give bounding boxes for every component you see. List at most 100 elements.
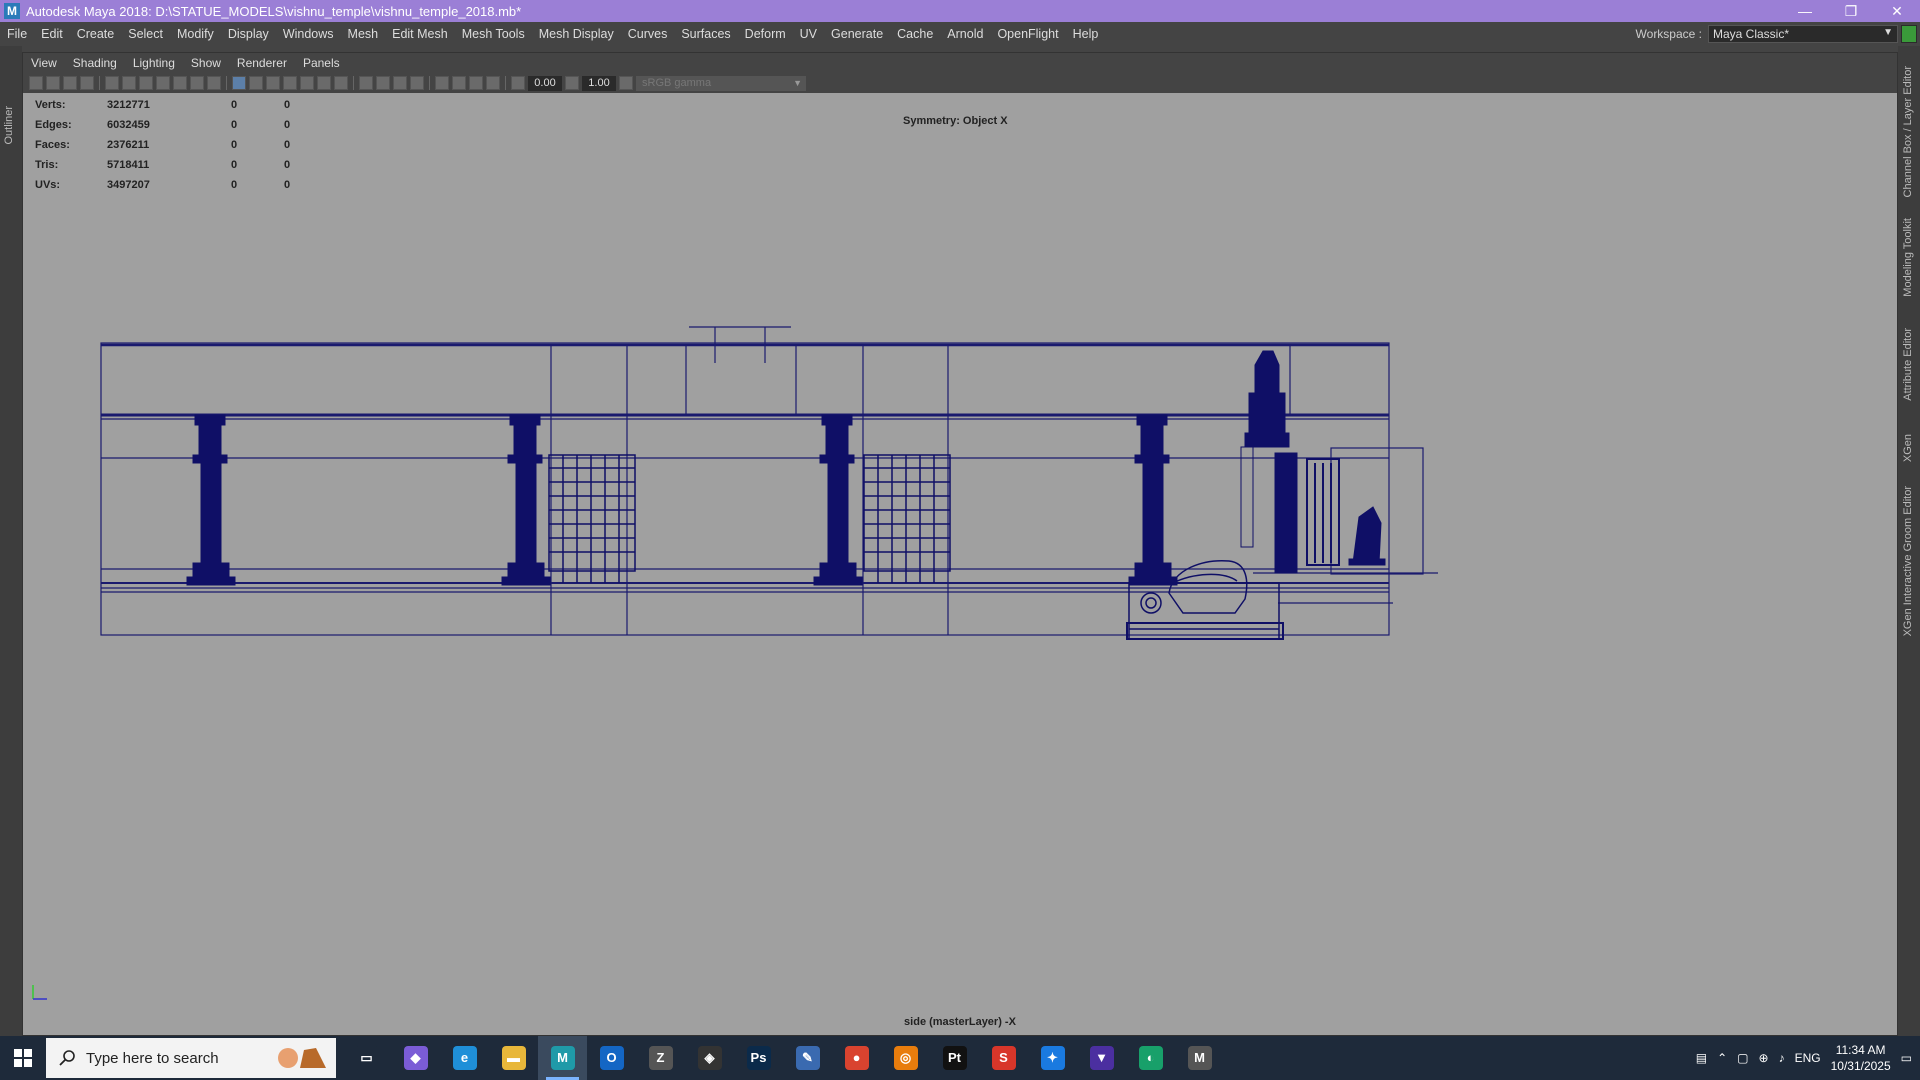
- motion-blur-icon[interactable]: [376, 76, 390, 90]
- gamma-field[interactable]: 1.00: [582, 75, 616, 91]
- xray-icon[interactable]: [452, 76, 466, 90]
- wireframe-on-shaded-icon[interactable]: [283, 76, 297, 90]
- panel-menu-lighting[interactable]: Lighting: [125, 56, 183, 70]
- network-icon[interactable]: ⊕: [1759, 1051, 1769, 1065]
- resolution-gate-icon[interactable]: [156, 76, 170, 90]
- menu-windows[interactable]: Windows: [276, 27, 341, 41]
- taskbar-app-task-view[interactable]: ▭: [342, 1036, 391, 1080]
- taskbar-app-chrome[interactable]: ●: [832, 1036, 881, 1080]
- safe-action-icon[interactable]: [207, 76, 221, 90]
- taskbar-app-edge[interactable]: e: [440, 1036, 489, 1080]
- xgen-groom-editor-tab[interactable]: XGen Interactive Groom Editor: [1902, 486, 1914, 636]
- taskbar-app-app-shield[interactable]: ▼: [1077, 1036, 1126, 1080]
- volume-icon[interactable]: ♪: [1779, 1051, 1785, 1065]
- keyboard-icon[interactable]: ▤: [1696, 1051, 1707, 1065]
- menu-mesh-display[interactable]: Mesh Display: [532, 27, 621, 41]
- taskbar-app-photoshop[interactable]: Ps: [734, 1036, 783, 1080]
- panel-menu-panels[interactable]: Panels: [295, 56, 348, 70]
- menu-cache[interactable]: Cache: [890, 27, 940, 41]
- exposure-field[interactable]: 0.00: [528, 75, 562, 91]
- default-material-icon[interactable]: [266, 76, 280, 90]
- image-plane-icon[interactable]: [80, 76, 94, 90]
- xray-joints-icon[interactable]: [469, 76, 483, 90]
- grid-icon[interactable]: [122, 76, 136, 90]
- close-button[interactable]: ✕: [1874, 0, 1920, 22]
- menu-uv[interactable]: UV: [793, 27, 824, 41]
- notifications-icon[interactable]: ▭: [1901, 1051, 1912, 1065]
- field-chart-icon[interactable]: [190, 76, 204, 90]
- gamma-icon[interactable]: [565, 76, 579, 90]
- taskbar-app-blender[interactable]: ◎: [881, 1036, 930, 1080]
- workspace-dropdown[interactable]: Maya Classic* ▼: [1708, 25, 1898, 43]
- grease-pencil-icon[interactable]: [105, 76, 119, 90]
- menu-file[interactable]: File: [0, 27, 34, 41]
- menu-mesh[interactable]: Mesh: [341, 27, 386, 41]
- chevron-up-icon[interactable]: ⌃: [1717, 1051, 1727, 1065]
- select-camera-icon[interactable]: [29, 76, 43, 90]
- panel-menu-view[interactable]: View: [23, 56, 65, 70]
- wireframe-icon[interactable]: [232, 76, 246, 90]
- menu-deform[interactable]: Deform: [738, 27, 793, 41]
- taskbar-app-outlook[interactable]: O: [587, 1036, 636, 1080]
- taskbar-app-zbrush[interactable]: Z: [636, 1036, 685, 1080]
- menu-modify[interactable]: Modify: [170, 27, 221, 41]
- menu-arnold[interactable]: Arnold: [940, 27, 990, 41]
- ambient-occlusion-icon[interactable]: [359, 76, 373, 90]
- panel-menu-show[interactable]: Show: [183, 56, 229, 70]
- menu-openflight[interactable]: OpenFlight: [990, 27, 1065, 41]
- language-indicator[interactable]: ENG: [1795, 1051, 1821, 1065]
- menu-mesh-tools[interactable]: Mesh Tools: [455, 27, 532, 41]
- menu-display[interactable]: Display: [221, 27, 276, 41]
- menu-edit[interactable]: Edit: [34, 27, 70, 41]
- bookmark-icon[interactable]: [63, 76, 77, 90]
- menu-edit-mesh[interactable]: Edit Mesh: [385, 27, 455, 41]
- anti-aliasing-icon[interactable]: [393, 76, 407, 90]
- clock[interactable]: 11:34 AM 10/31/2025: [1831, 1042, 1891, 1074]
- menu-surfaces[interactable]: Surfaces: [674, 27, 737, 41]
- menu-help[interactable]: Help: [1066, 27, 1106, 41]
- smooth-shade-icon[interactable]: [249, 76, 263, 90]
- restore-button[interactable]: ❐: [1828, 0, 1874, 22]
- camera-attributes-icon[interactable]: [46, 76, 60, 90]
- taskbar-app-unity[interactable]: ◈: [685, 1036, 734, 1080]
- outliner-tab[interactable]: Outliner: [3, 106, 15, 145]
- taskbar-app-app-green[interactable]: ◐: [1126, 1036, 1175, 1080]
- viewport-panel[interactable]: View Shading Lighting Show Renderer Pane…: [22, 52, 1898, 1036]
- taskbar-app-copilot[interactable]: ◆: [391, 1036, 440, 1080]
- meet-now-icon[interactable]: ▢: [1737, 1051, 1748, 1065]
- taskbar-app-maya[interactable]: M: [538, 1036, 587, 1080]
- depth-of-field-icon[interactable]: [410, 76, 424, 90]
- isolate-select-icon[interactable]: [435, 76, 449, 90]
- taskbar-app-file-explorer[interactable]: ▬: [489, 1036, 538, 1080]
- panel-menu-shading[interactable]: Shading: [65, 56, 125, 70]
- taskbar-app-pycharm[interactable]: Pt: [930, 1036, 979, 1080]
- start-button[interactable]: [0, 1036, 46, 1080]
- lock-icon[interactable]: [1901, 25, 1917, 43]
- taskbar-app-app-m[interactable]: M: [1175, 1036, 1224, 1080]
- backface-culling-icon[interactable]: [486, 76, 500, 90]
- panel-menu-renderer[interactable]: Renderer: [229, 56, 295, 70]
- film-gate-icon[interactable]: [139, 76, 153, 90]
- shadows-icon[interactable]: [334, 76, 348, 90]
- menu-create[interactable]: Create: [70, 27, 122, 41]
- exposure-icon[interactable]: [511, 76, 525, 90]
- xgen-tab[interactable]: XGen: [1902, 434, 1914, 462]
- hud-row-uvs: UVs: 3497207 0 0: [35, 175, 307, 195]
- textured-icon[interactable]: [300, 76, 314, 90]
- taskbar-app-app-blue[interactable]: ✦: [1028, 1036, 1077, 1080]
- lights-icon[interactable]: [317, 76, 331, 90]
- menu-generate[interactable]: Generate: [824, 27, 890, 41]
- gate-mask-icon[interactable]: [173, 76, 187, 90]
- taskbar-app-substance[interactable]: S: [979, 1036, 1028, 1080]
- channel-box-tab[interactable]: Channel Box / Layer Editor: [1902, 66, 1914, 197]
- color-management-icon[interactable]: [619, 76, 633, 90]
- modeling-toolkit-tab[interactable]: Modeling Toolkit: [1902, 218, 1914, 297]
- scene-wireframe[interactable]: [23, 93, 1897, 1013]
- minimize-button[interactable]: —: [1782, 0, 1828, 22]
- taskbar-search-box[interactable]: Type here to search: [46, 1038, 336, 1078]
- taskbar-app-krita[interactable]: ✎: [783, 1036, 832, 1080]
- menu-curves[interactable]: Curves: [621, 27, 675, 41]
- color-space-dropdown[interactable]: sRGB gamma ▼: [636, 75, 806, 91]
- attribute-editor-tab[interactable]: Attribute Editor: [1902, 328, 1914, 401]
- menu-select[interactable]: Select: [121, 27, 170, 41]
